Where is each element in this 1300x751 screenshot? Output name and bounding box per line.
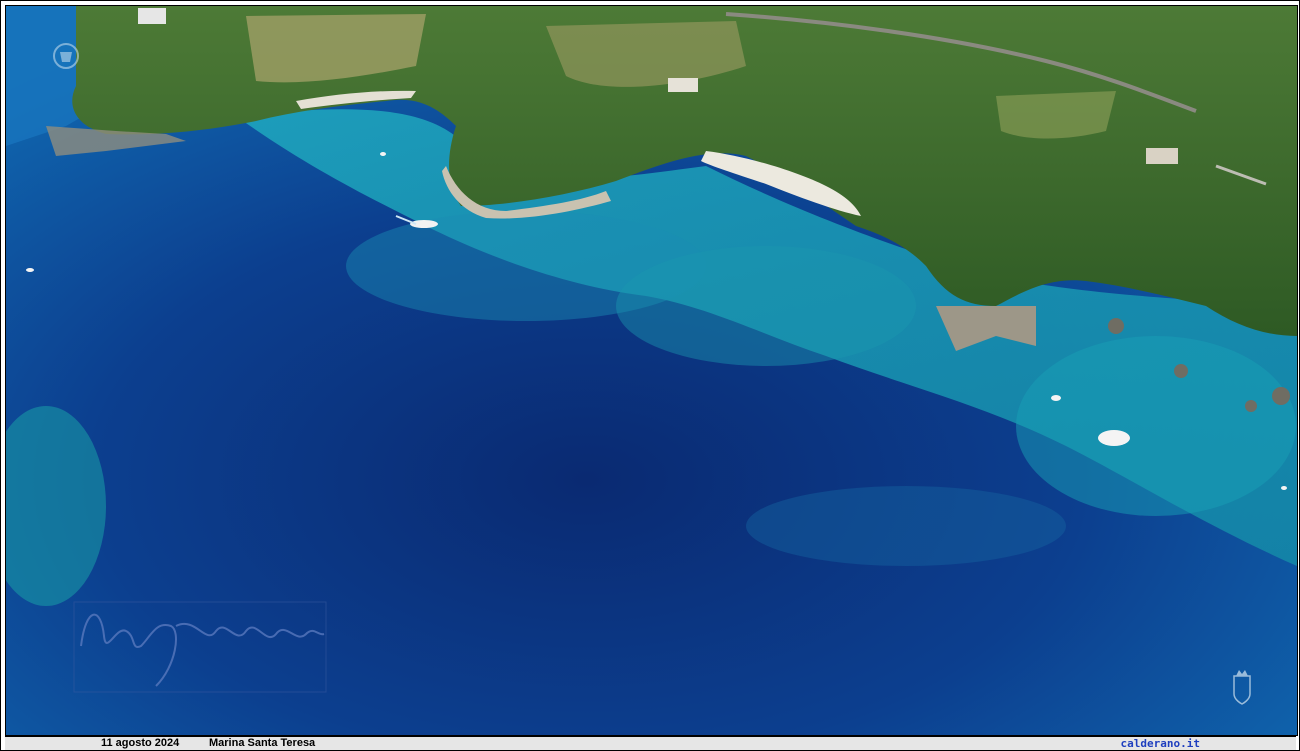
image-frame: 11 agosto 2024 Marina Santa Teresa calde… [0, 0, 1300, 751]
aerial-photo [5, 5, 1298, 736]
caption-bar: 11 agosto 2024 Marina Santa Teresa calde… [5, 736, 1296, 750]
rock [1245, 400, 1257, 412]
boat [1281, 486, 1287, 490]
rock [1108, 318, 1124, 334]
caption-site-link[interactable]: calderano.it [1121, 737, 1200, 750]
house [1146, 148, 1178, 164]
rock [1272, 387, 1290, 405]
dry-field [996, 91, 1116, 139]
rock [1174, 364, 1188, 378]
caption-place: Marina Santa Teresa [209, 737, 316, 749]
reef-patch [1016, 336, 1296, 516]
reef-patch [746, 486, 1066, 566]
boat [26, 268, 34, 272]
reef-patch [616, 246, 916, 366]
caption-date: 11 agosto 2024 [101, 737, 180, 749]
boat [1051, 395, 1061, 401]
house [668, 78, 698, 92]
boat [1098, 430, 1130, 446]
boat [380, 152, 386, 156]
house [138, 8, 166, 24]
